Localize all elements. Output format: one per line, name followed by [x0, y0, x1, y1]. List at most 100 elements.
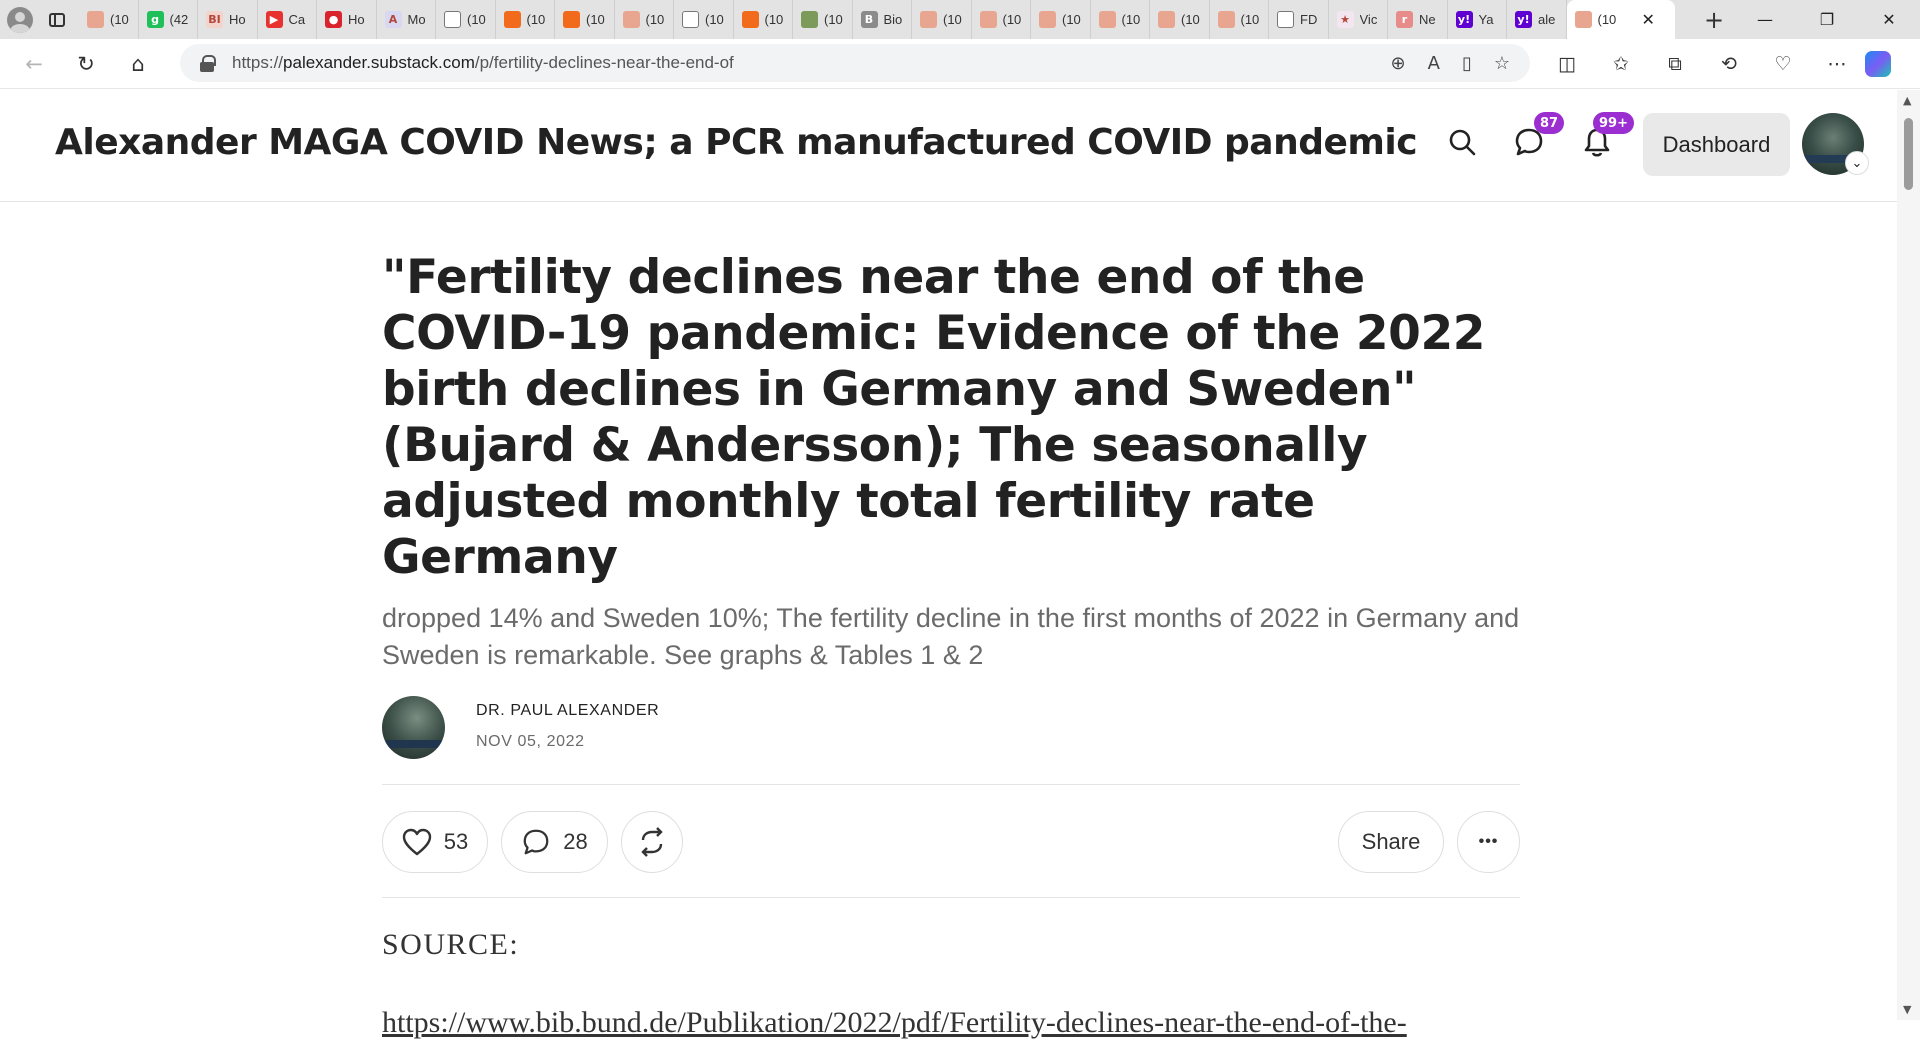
address-bar[interactable]: https://palexander.substack.com/p/fertil… — [180, 44, 1530, 82]
tab-title: (10 — [1062, 12, 1081, 27]
browser-tab[interactable]: FD — [1269, 0, 1329, 39]
tab-title: (10 — [586, 12, 605, 27]
read-aloud-icon[interactable]: A — [1428, 53, 1440, 74]
heart-icon — [402, 828, 431, 856]
browser-tab[interactable]: (10 — [793, 0, 853, 39]
url-text[interactable]: https://palexander.substack.com/p/fertil… — [232, 53, 734, 73]
tab-favicon-icon — [444, 11, 461, 28]
post-subtitle: dropped 14% and Sweden 10%; The fertilit… — [382, 603, 1520, 670]
immersive-reader-icon[interactable]: ▯ — [1462, 53, 1472, 74]
search-icon[interactable] — [1440, 120, 1484, 164]
share-button[interactable]: Share — [1338, 811, 1444, 873]
notifications-badge: 99+ — [1593, 112, 1634, 134]
scroll-up-icon[interactable]: ▲ — [1903, 94, 1911, 107]
active-browser-tab[interactable]: (10 ✕ — [1566, 0, 1675, 39]
page-scrollbar[interactable]: ▲ ▼ — [1897, 90, 1920, 1020]
browser-tab[interactable]: (10 — [1150, 0, 1210, 39]
tab-favicon-icon — [1277, 11, 1294, 28]
restore-button[interactable]: ❐ — [1796, 0, 1858, 39]
split-screen-icon[interactable]: ◫ — [1540, 44, 1594, 84]
browser-tab[interactable]: (10 — [1031, 0, 1091, 39]
browser-tab[interactable]: (10 — [1091, 0, 1150, 39]
tab-actions-icon — [49, 12, 65, 27]
favorite-star-icon[interactable]: ☆ — [1494, 53, 1510, 74]
browser-tab[interactable]: y! ale — [1507, 0, 1567, 39]
like-button[interactable]: 53 — [382, 811, 488, 873]
tab-title: FD — [1300, 12, 1318, 27]
profile-icon — [6, 6, 33, 33]
browser-tab[interactable]: (10 — [496, 0, 555, 39]
tab-favicon-icon — [622, 11, 640, 28]
restack-button[interactable] — [621, 811, 683, 873]
lock-icon[interactable] — [200, 55, 216, 72]
browser-tab[interactable]: BI Ho — [198, 0, 258, 39]
tab-title: Ho — [229, 12, 246, 27]
tab-favicon-icon — [87, 11, 104, 28]
scroll-down-icon[interactable]: ▼ — [1903, 1003, 1911, 1016]
browser-tab[interactable]: y! Ya — [1448, 0, 1507, 39]
browser-tab[interactable]: (10 — [674, 0, 734, 39]
tab-favicon-icon — [1574, 11, 1592, 28]
more-options-button[interactable]: ••• — [1457, 811, 1520, 873]
post-title: "Fertility declines near the end of the … — [382, 250, 1486, 585]
tab-title: (10 — [824, 12, 843, 27]
browser-tab[interactable]: (10 — [972, 0, 1031, 39]
history-icon[interactable]: ⟲ — [1702, 44, 1756, 84]
browser-profile-button[interactable] — [0, 0, 39, 39]
collections-icon[interactable]: ⧉ — [1648, 44, 1702, 84]
dashboard-button[interactable]: Dashboard — [1643, 113, 1790, 176]
favorites-icon[interactable]: ✩ — [1594, 44, 1648, 84]
close-tab-icon[interactable]: ✕ — [1642, 10, 1655, 29]
browser-tab[interactable]: (10 — [555, 0, 615, 39]
performance-icon[interactable]: ♡ — [1756, 44, 1810, 84]
post-date: NOV 05, 2022 — [476, 733, 585, 750]
publication-title[interactable]: Alexander MAGA COVID News; a PCR manufac… — [55, 122, 1418, 163]
tab-favicon-icon: r — [1396, 11, 1413, 28]
browser-tab[interactable]: (10 — [615, 0, 674, 39]
browser-tab[interactable]: r Ne — [1388, 0, 1448, 39]
post-article: "Fertility declines near the end of the … — [382, 202, 1520, 1046]
browser-tab[interactable]: B Bio — [853, 0, 912, 39]
reload-button[interactable]: ↻ — [60, 44, 112, 84]
tab-title: Vic — [1359, 12, 1378, 27]
tab-title: (10 — [1121, 12, 1141, 27]
zoom-icon[interactable]: ⊕ — [1391, 53, 1406, 74]
tab-title: (10 — [1240, 12, 1260, 27]
browser-tab[interactable]: ▶ Ca — [258, 0, 317, 39]
browser-tab[interactable]: (10 — [1210, 0, 1269, 39]
browser-tab[interactable]: ★ Vic — [1329, 0, 1388, 39]
tab-favicon-icon — [741, 11, 759, 28]
browser-tab[interactable]: A Mo — [377, 0, 436, 39]
comment-count: 28 — [563, 829, 588, 854]
back-button[interactable]: ← — [8, 44, 60, 84]
source-link[interactable]: https://www.bib.bund.de/Publikation/2022… — [382, 1000, 1520, 1046]
browser-tab[interactable]: ● Ho — [317, 0, 377, 39]
browser-tab[interactable]: (10 — [79, 0, 139, 39]
post-actions: 53 28 Share ••• — [382, 785, 1520, 897]
home-button[interactable]: ⌂ — [112, 44, 164, 84]
tab-favicon-icon — [1158, 11, 1175, 28]
copilot-icon[interactable] — [1864, 44, 1892, 84]
new-tab-button[interactable]: + — [1694, 0, 1734, 39]
tab-actions-button[interactable] — [39, 0, 75, 39]
tab-favicon-icon: ● — [325, 11, 342, 28]
comment-button[interactable]: 28 — [501, 811, 608, 873]
tab-favicon-icon: B — [860, 11, 878, 28]
tab-title: Bio — [883, 12, 903, 27]
chevron-down-icon[interactable]: ⌄ — [1845, 151, 1869, 175]
minimize-button[interactable]: — — [1734, 0, 1796, 39]
author-name[interactable]: DR. PAUL ALEXANDER — [476, 702, 659, 720]
tab-title: Ya — [1478, 12, 1494, 27]
browser-tab[interactable]: (10 — [734, 0, 793, 39]
scrollbar-thumb[interactable] — [1904, 118, 1913, 190]
window-controls: — ❐ ✕ — [1734, 0, 1920, 39]
tab-favicon-icon: g — [146, 11, 164, 28]
browser-tab[interactable]: (10 — [436, 0, 496, 39]
tab-title: (10 — [526, 12, 546, 27]
close-window-button[interactable]: ✕ — [1858, 0, 1920, 39]
more-menu-icon[interactable]: ⋯ — [1810, 44, 1864, 84]
browser-tab[interactable]: g (42 — [139, 0, 198, 39]
author-avatar[interactable] — [382, 696, 445, 759]
browser-tab[interactable]: (10 — [912, 0, 972, 39]
tab-list: (10 g (42 BI Ho ▶ Ca ● Ho A Mo (10 (10 (10 (10 (10 (10 (1… — [79, 0, 1694, 39]
